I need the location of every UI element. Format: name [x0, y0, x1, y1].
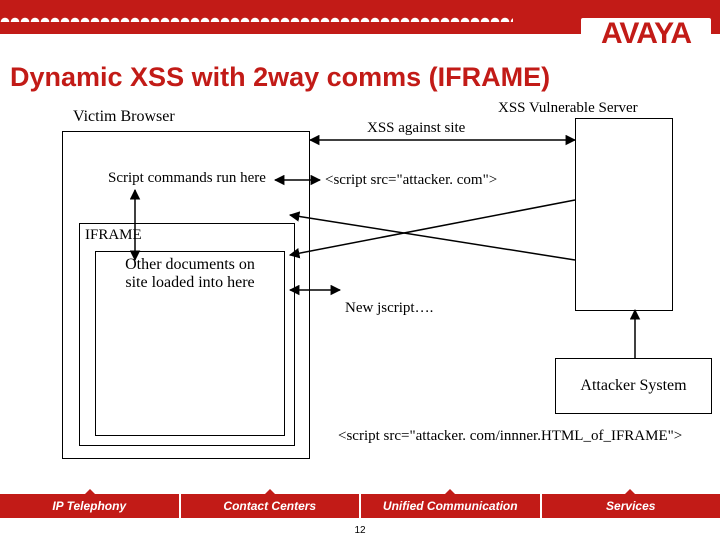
footer-tab-services: Services — [542, 494, 720, 518]
xss-against-site-label: XSS against site — [367, 120, 465, 137]
iframe-label: IFRAME — [85, 227, 142, 244]
xss-server-box — [575, 118, 673, 311]
script-src-innerhtml-label: <script src="attacker. com/innner.HTML_o… — [338, 428, 682, 445]
script-src-attacker-label: <script src="attacker. com"> — [325, 172, 497, 189]
script-commands-label: Script commands run here — [108, 170, 266, 187]
footer-notch-icon — [264, 489, 276, 495]
footer-tab-contact-centers: Contact Centers — [181, 494, 362, 518]
other-docs-text: Other documents on site loaded into here — [96, 252, 284, 296]
other-docs-line2: site loaded into here — [125, 274, 254, 291]
attacker-system-box: Attacker System — [555, 358, 712, 414]
footer-notch-icon — [84, 489, 96, 495]
footer-tabs: IP Telephony Contact Centers Unified Com… — [0, 494, 720, 518]
footer-tab-unified-communication: Unified Communication — [361, 494, 542, 518]
diagram: Victim Browser Script commands run here … — [0, 0, 720, 540]
page-number: 12 — [0, 525, 720, 536]
footer-notch-icon — [624, 489, 636, 495]
footer-tab-ip-telephony: IP Telephony — [0, 494, 181, 518]
xss-server-label: XSS Vulnerable Server — [498, 100, 638, 117]
other-docs-box: Other documents on site loaded into here — [95, 251, 285, 436]
attacker-system-label: Attacker System — [580, 377, 686, 395]
new-jscript-label: New jscript…. — [345, 300, 433, 317]
victim-browser-label: Victim Browser — [73, 108, 175, 126]
other-docs-line1: Other documents on — [125, 256, 255, 273]
footer-notch-icon — [444, 489, 456, 495]
slide: AVAYA Dynamic XSS with 2way comms (IFRAM… — [0, 0, 720, 540]
